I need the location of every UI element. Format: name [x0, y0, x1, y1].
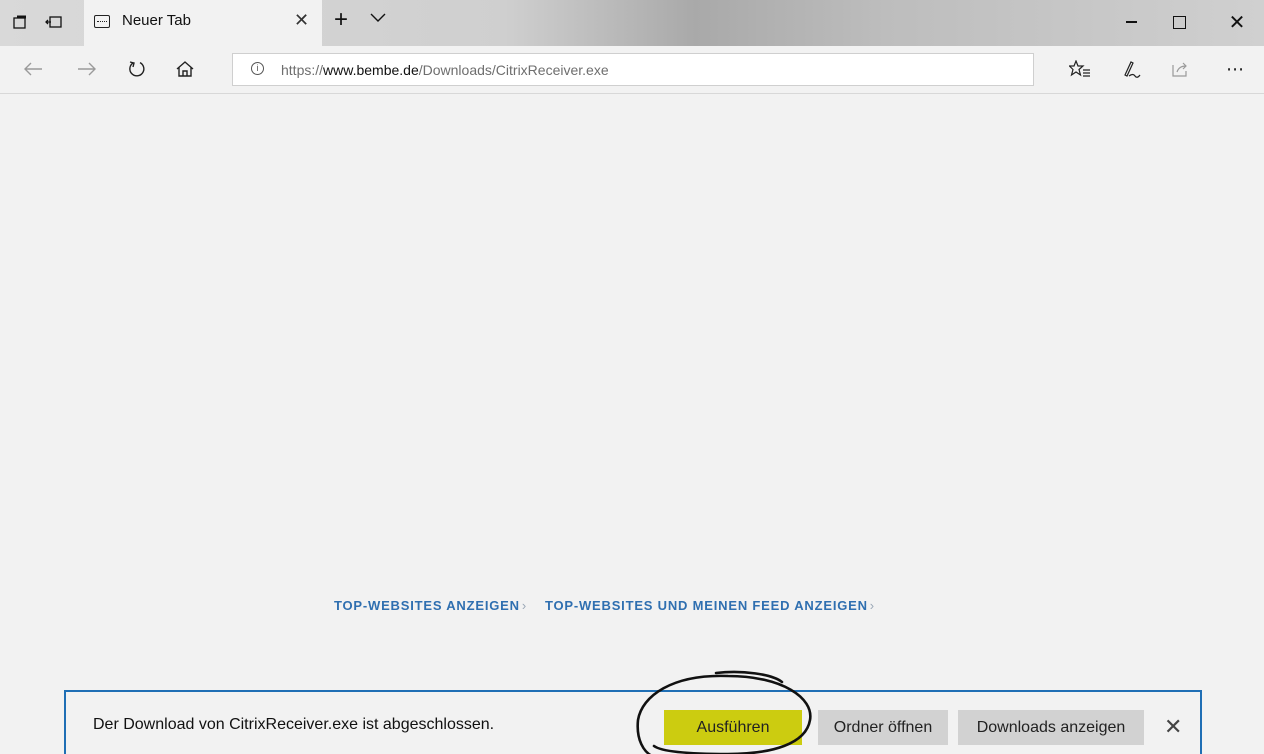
address-bar[interactable]: i https://www.bembe.de/Downloads/CitrixR…	[232, 53, 1034, 86]
close-window-button[interactable]: ✕	[1222, 10, 1252, 34]
forward-arrow-icon[interactable]	[74, 56, 100, 82]
show-top-sites-link[interactable]: TOP-WEBSITES ANZEIGEN	[334, 598, 520, 613]
navigation-bar: i https://www.bembe.de/Downloads/CitrixR…	[0, 46, 1264, 94]
pen-icon[interactable]	[1118, 56, 1144, 82]
restore-tabs-icon[interactable]	[44, 12, 64, 32]
url-scheme: https://	[281, 62, 324, 78]
info-icon[interactable]: i	[251, 62, 264, 75]
download-notification-bar: Der Download von CitrixReceiver.exe ist …	[64, 690, 1202, 754]
refresh-icon[interactable]	[124, 56, 150, 82]
show-top-sites-and-feed-link[interactable]: TOP-WEBSITES UND MEINEN FEED ANZEIGEN	[545, 598, 868, 613]
set-tabs-aside-icon[interactable]	[10, 12, 30, 32]
tab-title: Neuer Tab	[122, 12, 191, 29]
download-message: Der Download von CitrixReceiver.exe ist …	[93, 716, 495, 733]
url-host: www.bembe.de	[323, 62, 419, 78]
open-folder-button[interactable]: Ordner öffnen	[818, 710, 948, 745]
chevron-right-icon: ›	[521, 598, 527, 613]
back-arrow-icon[interactable]	[20, 56, 46, 82]
top-sites-links: TOP-WEBSITES ANZEIGEN › TOP-WEBSITES UND M…	[334, 598, 875, 613]
url-text[interactable]: https://www.bembe.de/Downloads/CitrixRec…	[281, 62, 609, 78]
more-icon[interactable]: ⋯	[1222, 56, 1248, 82]
home-icon[interactable]	[172, 56, 198, 82]
show-downloads-button[interactable]: Downloads anzeigen	[958, 710, 1144, 745]
url-path: /Downloads/CitrixReceiver.exe	[418, 62, 609, 78]
title-bar: Neuer Tab ✕ + ✕	[0, 0, 1264, 46]
share-icon[interactable]	[1168, 56, 1194, 82]
new-tab-button[interactable]: +	[334, 6, 348, 34]
maximize-button[interactable]	[1164, 10, 1194, 34]
page-icon	[94, 15, 110, 28]
chevron-down-icon[interactable]	[370, 10, 386, 28]
minimize-button[interactable]	[1116, 10, 1146, 34]
chevron-right-icon: ›	[869, 598, 875, 613]
run-button[interactable]: Ausführen	[664, 710, 802, 745]
favorites-icon[interactable]	[1067, 56, 1093, 82]
tab-neuer-tab[interactable]: Neuer Tab ✕	[84, 0, 322, 46]
new-tab-page: TOP-WEBSITES ANZEIGEN › TOP-WEBSITES UND M…	[0, 95, 1264, 754]
close-tab-icon[interactable]: ✕	[294, 10, 309, 31]
close-icon[interactable]: ✕	[1164, 714, 1182, 740]
